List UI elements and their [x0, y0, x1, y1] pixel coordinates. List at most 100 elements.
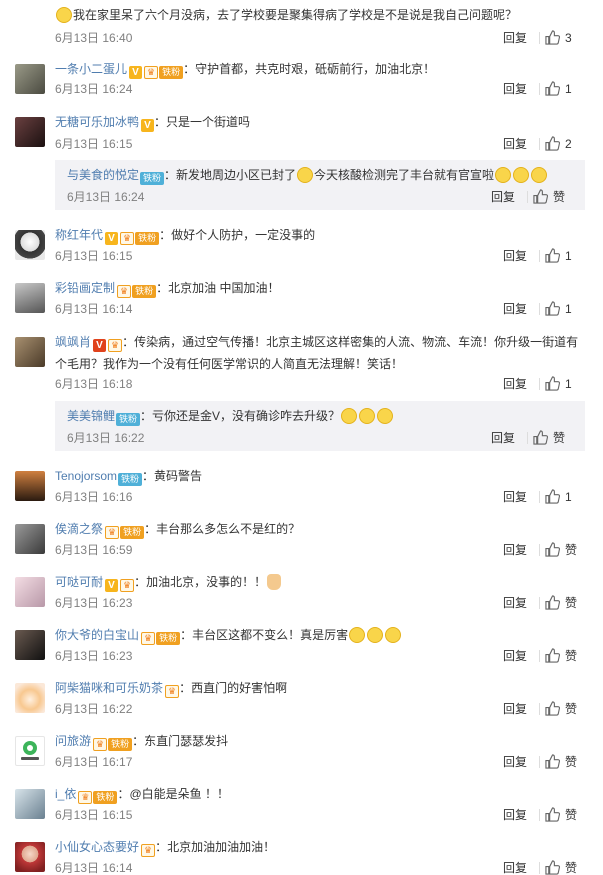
- thumbs-up-icon: [545, 860, 560, 875]
- comment-item: 阿柴猫咪和可乐奶茶 ♛ ：西直门的好害怕啊 6月13日 16:22 回复 赞: [0, 677, 603, 727]
- reply-button[interactable]: 回复: [503, 300, 527, 318]
- username-link[interactable]: Tenojorsom: [55, 469, 117, 483]
- avatar[interactable]: [15, 524, 45, 554]
- username-link[interactable]: i_依: [55, 787, 76, 801]
- divider: [527, 432, 528, 444]
- avatar[interactable]: [15, 64, 45, 94]
- level-badge-icon: ♛: [105, 526, 120, 539]
- thumbs-up-icon: [545, 30, 560, 45]
- comment-text-line: 无糖可乐加冰鸭 V ：只是一个街道吗: [55, 113, 585, 132]
- avatar[interactable]: [15, 842, 45, 872]
- comment-item: 小仙女心态要好 ♛ ：北京加油加油加油！ 6月13日 16:14 回复 赞: [0, 836, 603, 875]
- emoji-icon: [367, 627, 384, 643]
- avatar[interactable]: [15, 630, 45, 660]
- username-link[interactable]: 你大爷的白宝山: [55, 628, 139, 642]
- reply-button[interactable]: 回复: [503, 247, 527, 265]
- reply-button[interactable]: 回复: [503, 859, 527, 875]
- reply-button[interactable]: 回复: [503, 541, 527, 559]
- avatar[interactable]: [15, 230, 45, 260]
- avatar[interactable]: [15, 283, 45, 313]
- username-link[interactable]: 彩铅画定制: [55, 281, 115, 295]
- divider: [539, 491, 540, 503]
- reply-button[interactable]: 回复: [503, 375, 527, 393]
- reply-button[interactable]: 回复: [503, 135, 527, 153]
- username-link[interactable]: 飒飒肖: [55, 335, 91, 349]
- thumbs-up-icon: [545, 301, 560, 316]
- reply-button[interactable]: 回复: [503, 29, 527, 47]
- like-count: 1: [565, 490, 572, 504]
- emoji-icon: [341, 408, 358, 424]
- comment-text-line: 可哒可耐 V ♛ ：加油北京，没事的！！: [55, 573, 585, 592]
- reply-button[interactable]: 回复: [503, 80, 527, 98]
- reply-button[interactable]: 回复: [503, 700, 527, 718]
- comment-date: 6月13日 16:15: [55, 137, 133, 151]
- divider: [539, 83, 540, 95]
- comment-date: 6月13日 16:18: [55, 377, 133, 391]
- comment-item: 可哒可耐 V ♛ ：加油北京，没事的！！ 6月13日 16:23 回复 赞: [0, 571, 603, 621]
- username-link[interactable]: 称红年代: [55, 228, 103, 242]
- reply-button[interactable]: 回复: [491, 429, 515, 447]
- level-badge-icon: ♛: [141, 844, 156, 857]
- comment-meta: 6月13日 16:22 回复 赞: [55, 700, 585, 718]
- username-link[interactable]: 小仙女心态要好: [55, 840, 139, 854]
- reply-date: 6月13日 16:22: [67, 431, 145, 445]
- cry-emoji-icon: [531, 167, 548, 183]
- reply-button[interactable]: 回复: [503, 647, 527, 665]
- smile-emoji-icon: [56, 7, 72, 23]
- reply-button[interactable]: 回复: [503, 488, 527, 506]
- comment-meta: 6月13日 16:17 回复 赞: [55, 753, 585, 771]
- like-count: 1: [565, 82, 572, 96]
- divider: [539, 138, 540, 150]
- username-link[interactable]: 一条小二蛋儿: [55, 62, 127, 76]
- comment-date: 6月13日 16:17: [55, 755, 133, 769]
- reply-meta: 6月13日 16:24 回复 赞: [67, 188, 573, 206]
- avatar[interactable]: [15, 577, 45, 607]
- comment-text-line: 称红年代 V ♛ 铁粉 ：做好个人防护，一定没事的: [55, 226, 585, 245]
- like-count: 1: [565, 302, 572, 316]
- comment-date: 6月13日 16:24: [55, 82, 133, 96]
- comment-date: 6月13日 16:15: [55, 808, 133, 822]
- comment-date: 6月13日 16:40: [55, 31, 133, 45]
- username-link[interactable]: 阿柴猫咪和可乐奶茶: [55, 681, 163, 695]
- reply-text: ：亏你还是金V，没有确诊咋去升级？: [140, 409, 341, 423]
- username-link[interactable]: 美美锦鲤: [67, 409, 115, 423]
- comment-date: 6月13日 16:14: [55, 861, 133, 875]
- thumbs-up-icon: [545, 754, 560, 769]
- username-link[interactable]: 问旅游: [55, 734, 91, 748]
- avatar[interactable]: [15, 789, 45, 819]
- reply-item: 美美锦鲤 铁粉 ：亏你还是金V，没有确诊咋去升级？ 6月13日 16:22 回复 赞: [55, 401, 585, 451]
- avatar[interactable]: [15, 117, 45, 147]
- verified-badge-icon: V: [141, 119, 155, 132]
- like-count: 3: [565, 31, 572, 45]
- comment-meta: 6月13日 16:14 回复 赞: [55, 859, 585, 875]
- fan-badge: 铁粉: [116, 413, 141, 426]
- username-link[interactable]: 与美食的悦定: [67, 168, 139, 182]
- divider: [539, 32, 540, 44]
- comment-item: 你大爷的白宝山 ♛ 铁粉 ：丰台区这都不变么！真是厉害 6月13日 16:23 回复 …: [0, 624, 603, 674]
- reply-text: ：新发地周边小区已封了: [164, 168, 297, 182]
- comment-meta: 6月13日 16:59 回复 赞: [55, 541, 585, 559]
- comment-text-line: 你大爷的白宝山 ♛ 铁粉 ：丰台区这都不变么！真是厉害: [55, 626, 585, 645]
- comment-meta: 6月13日 16:15 回复 赞: [55, 806, 585, 824]
- username-link[interactable]: 无糖可乐加冰鸭: [55, 115, 139, 129]
- comment-meta: 6月13日 16:24 回复 1: [55, 80, 585, 98]
- avatar[interactable]: [15, 683, 45, 713]
- username-link[interactable]: 可哒可耐: [55, 575, 103, 589]
- comment-item: 无糖可乐加冰鸭 V ：只是一个街道吗 6月13日 16:15 回复 2: [0, 111, 603, 161]
- reply-button[interactable]: 回复: [503, 806, 527, 824]
- reply-button[interactable]: 回复: [503, 753, 527, 771]
- comment-meta: 6月13日 16:23 回复 赞: [55, 647, 585, 665]
- avatar[interactable]: [15, 471, 45, 501]
- cry-emoji-icon: [513, 167, 530, 183]
- username-link[interactable]: 俟滴之祭: [55, 522, 103, 536]
- reply-button[interactable]: 回复: [503, 594, 527, 612]
- thumbs-up-icon: [545, 81, 560, 96]
- reply-button[interactable]: 回复: [491, 188, 515, 206]
- comment-item: Tenojorsom 铁粉 ：黄码警告 6月13日 16:16 回复 1: [0, 465, 603, 515]
- avatar[interactable]: [15, 736, 45, 766]
- avatar[interactable]: [15, 337, 45, 367]
- comment-text: ：丰台那么多怎么不是红的？: [144, 522, 301, 536]
- like-label: 赞: [553, 190, 566, 204]
- divider: [539, 809, 540, 821]
- comment-text: ：西直门的好害怕啊: [179, 681, 288, 695]
